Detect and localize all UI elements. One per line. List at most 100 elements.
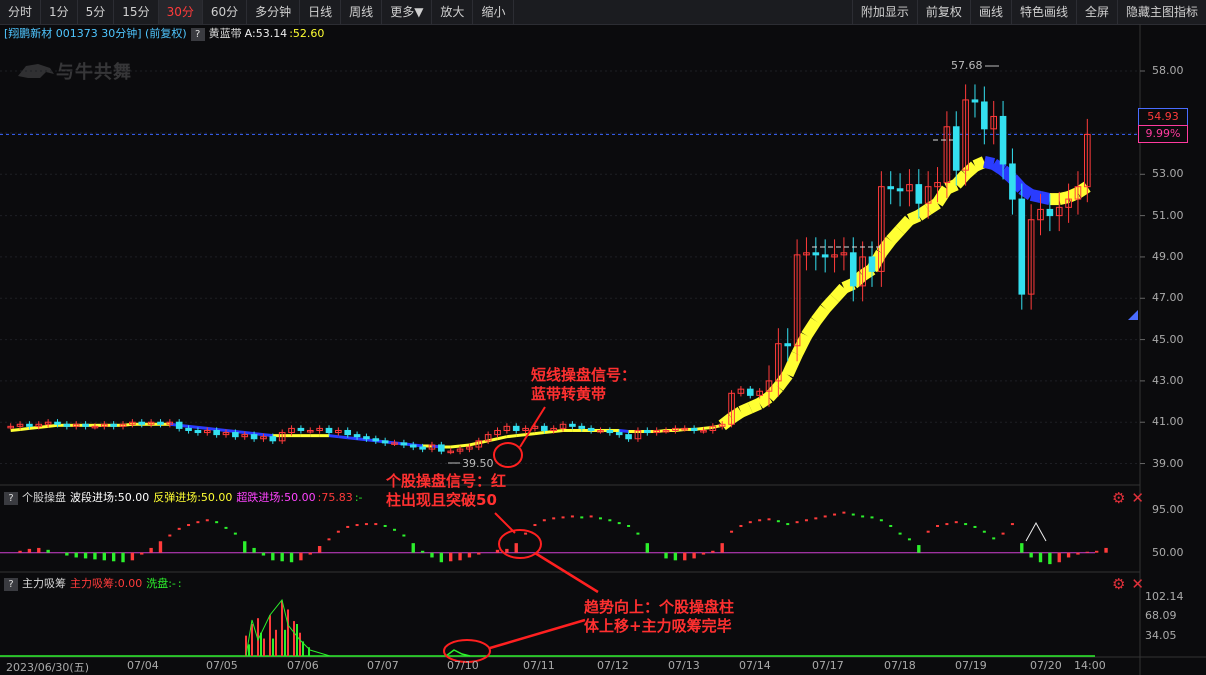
candle-body — [63, 423, 71, 427]
time-label: 07/20 — [1030, 659, 1062, 672]
candle-body — [344, 429, 352, 436]
band-segment — [47, 423, 58, 428]
panel3-close-icon[interactable]: ✕ — [1131, 577, 1144, 592]
time-label: 2023/06/30(五) — [6, 661, 89, 674]
band-segment — [728, 406, 745, 424]
panel2-dot — [776, 520, 780, 523]
time-axis: 2023/06/30(五) 07/04 07/05 07/06 07/07 07/10 07… — [0, 657, 1140, 675]
candle-body — [643, 429, 651, 434]
band-segment — [951, 170, 971, 189]
annotation-arrow — [489, 618, 586, 650]
candle-body — [625, 434, 632, 440]
panel3-help-button[interactable]: ? — [4, 577, 18, 591]
panel2-field1: 波段进场:50.00 — [70, 491, 150, 504]
band-segment — [886, 226, 905, 245]
candle-body — [232, 432, 239, 438]
band-segment — [338, 435, 348, 440]
band-segment — [703, 425, 714, 430]
panel3-tick: 34.05 — [1145, 629, 1177, 643]
panel2-dot — [617, 522, 621, 525]
panel2-dot — [608, 519, 612, 522]
band-segment — [924, 198, 941, 215]
band-segment — [197, 425, 208, 430]
panel2-dot — [954, 521, 958, 524]
band-segment — [932, 185, 952, 207]
panel2-dot — [627, 524, 631, 527]
annotation-line: 短线操盘信号： — [531, 366, 637, 384]
annotation-stock-signal: 个股操盘信号：红 柱出现且突破50 — [386, 472, 506, 510]
band-segment — [244, 431, 255, 436]
band-segment — [895, 215, 914, 235]
current-change-tag: 9.99% — [1138, 125, 1188, 143]
candle-body — [353, 434, 361, 438]
candle-body — [915, 184, 923, 204]
band-segment — [801, 317, 821, 339]
candle-body — [325, 427, 333, 434]
time-label: 07/06 — [287, 659, 319, 672]
panel2-help-button[interactable]: ? — [4, 491, 18, 505]
panel2-dot — [898, 532, 902, 535]
band-segment — [619, 428, 629, 434]
candle-body — [175, 421, 183, 429]
panel2-dot — [374, 523, 378, 526]
candle-body — [887, 186, 895, 190]
candle-body — [896, 188, 904, 192]
band-segment — [990, 158, 1007, 176]
panel2-tick: 50.00 — [1152, 545, 1184, 559]
panel2-dot — [907, 538, 911, 541]
candle-body — [952, 126, 960, 171]
panel2-settings-gear-icon[interactable]: ⚙ — [1112, 491, 1125, 506]
panel2-dot — [402, 534, 406, 537]
panel3-field3: : — [177, 577, 182, 590]
candle-body — [82, 423, 89, 427]
panel2-dot — [355, 524, 359, 527]
band-segment — [944, 179, 959, 195]
candle-body — [213, 429, 220, 436]
current-price-tag: 54.93 — [1138, 108, 1188, 126]
panel2-dot — [748, 521, 752, 524]
candle-body — [185, 427, 192, 431]
panel2-dot — [580, 516, 584, 519]
candlestick-chart[interactable] — [0, 0, 1206, 675]
candle-body — [812, 252, 820, 256]
panel2-close-icon[interactable]: ✕ — [1131, 491, 1144, 506]
panel2-dot — [992, 537, 996, 540]
candle-body — [438, 444, 445, 452]
annotation-circle — [493, 442, 523, 468]
panel2-dot — [542, 519, 546, 522]
price-tick: 51.00 — [1152, 208, 1184, 222]
band-segment — [1018, 183, 1035, 200]
annotation-short-signal: 短线操盘信号： 蓝带转黄带 — [531, 366, 636, 404]
candle-body — [409, 444, 417, 448]
band-segment — [756, 392, 773, 409]
panel2-dot — [336, 530, 340, 533]
panel2-dot — [926, 530, 930, 533]
time-label: 07/19 — [955, 659, 987, 672]
band-segment — [907, 210, 922, 226]
candle-body — [26, 423, 33, 427]
band-segment — [328, 434, 339, 439]
annotation-arrow — [494, 512, 516, 534]
panel2-dot — [636, 532, 640, 535]
candle-body — [194, 429, 202, 434]
panel2-dot — [552, 517, 556, 520]
band-segment — [225, 428, 236, 434]
panel2-dot — [964, 523, 968, 526]
candle-body — [363, 436, 370, 440]
candle-body — [1009, 163, 1016, 200]
candle-body — [569, 423, 576, 427]
panel2-header: ? 个股操盘 波段进场:50.00 反弹进场:50.00 超跌进场:50.00 … — [4, 489, 363, 507]
band-segment — [497, 435, 508, 441]
panel2-dot — [187, 524, 191, 527]
panel2-dot — [1010, 523, 1014, 526]
time-label: 14:00 — [1074, 659, 1106, 672]
panel2-dot — [524, 532, 528, 535]
price-tick: 47.00 — [1152, 291, 1184, 305]
time-label: 07/05 — [206, 659, 238, 672]
candle-body — [54, 421, 61, 425]
panel3-settings-gear-icon[interactable]: ⚙ — [1112, 577, 1125, 592]
time-label: 07/18 — [884, 659, 916, 672]
panel2-dot — [823, 515, 827, 518]
time-label: 07/11 — [523, 659, 555, 672]
band-segment — [263, 433, 273, 438]
